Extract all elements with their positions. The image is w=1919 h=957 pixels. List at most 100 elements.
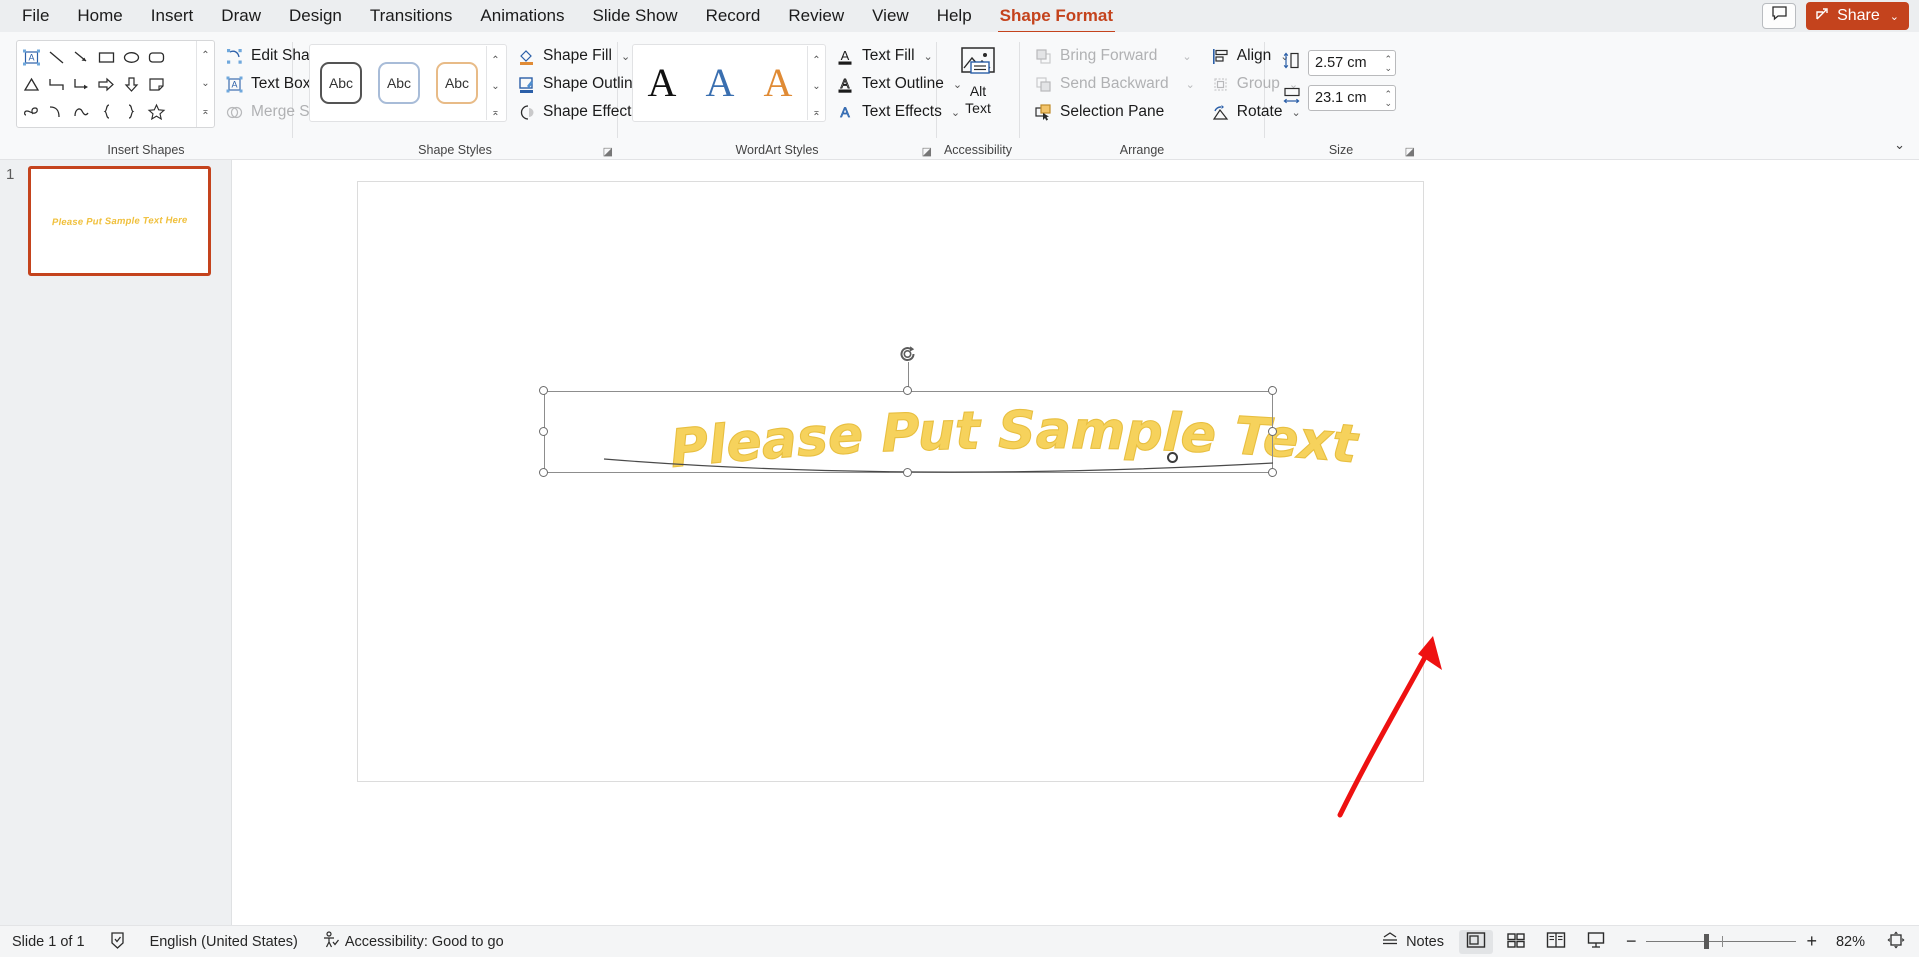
zoom-slider-control[interactable]: − + 82% bbox=[1616, 931, 1875, 952]
spin-up-icon[interactable]: ⌃ bbox=[1384, 55, 1392, 63]
shape-down-arrow[interactable] bbox=[119, 71, 144, 98]
wordart-thumb-1[interactable]: A bbox=[633, 63, 691, 103]
tab-insert[interactable]: Insert bbox=[137, 1, 208, 31]
spin-down-icon[interactable]: ⌄ bbox=[1384, 99, 1392, 107]
shape-style-thumb-3[interactable]: Abc bbox=[436, 62, 478, 104]
shape-right-arrow[interactable] bbox=[94, 71, 119, 98]
resize-handle-top-left[interactable] bbox=[539, 386, 548, 395]
shape-styles-scroll[interactable]: ⌃ ⌄ ⌅ bbox=[486, 46, 504, 120]
resize-handle-bottom-center[interactable] bbox=[903, 468, 912, 477]
shape-height-stepper[interactable]: ⌃ ⌄ bbox=[1384, 51, 1392, 75]
zoom-track[interactable] bbox=[1646, 941, 1796, 943]
gallery-scroll-down-icon[interactable]: ⌄ bbox=[487, 74, 504, 100]
gallery-more-icon[interactable]: ⌅ bbox=[197, 99, 214, 125]
spell-check-button[interactable] bbox=[97, 931, 138, 953]
chevron-down-icon[interactable]: ⌄ bbox=[1890, 10, 1899, 23]
shape-styles-dialog-launcher[interactable]: ◪ bbox=[603, 145, 613, 158]
zoom-thumb[interactable] bbox=[1704, 934, 1709, 949]
zoom-out-button[interactable]: − bbox=[1626, 931, 1637, 952]
tab-view[interactable]: View bbox=[858, 1, 923, 31]
shape-right-brace[interactable] bbox=[119, 98, 144, 125]
shape-arc[interactable] bbox=[69, 98, 94, 125]
reading-view-button[interactable] bbox=[1539, 930, 1573, 954]
shape-line-arrow[interactable] bbox=[69, 44, 94, 71]
language-indicator[interactable]: English (United States) bbox=[138, 934, 310, 950]
slide-sorter-button[interactable] bbox=[1499, 930, 1533, 954]
slide-count-indicator[interactable]: Slide 1 of 1 bbox=[0, 934, 97, 950]
tab-design[interactable]: Design bbox=[275, 1, 356, 31]
shape-elbow-connector[interactable] bbox=[44, 71, 69, 98]
shapes-gallery-scroll[interactable]: ⌃ ⌄ ⌅ bbox=[196, 41, 214, 127]
shape-styles-gallery[interactable]: Abc Abc Abc ⌃ ⌄ ⌅ bbox=[309, 44, 507, 122]
fit-to-window-button[interactable] bbox=[1875, 931, 1919, 953]
accessibility-status-button[interactable]: Accessibility: Good to go bbox=[310, 931, 516, 953]
resize-handle-middle-right[interactable] bbox=[1268, 427, 1277, 436]
wordart-styles-dialog-launcher[interactable]: ◪ bbox=[922, 145, 932, 158]
tab-slide-show[interactable]: Slide Show bbox=[579, 1, 692, 31]
shape-style-thumb-1[interactable]: Abc bbox=[320, 62, 362, 104]
alt-text-button[interactable]: Alt Text bbox=[947, 40, 1009, 117]
collapse-ribbon-button[interactable]: ⌄ bbox=[1894, 137, 1905, 153]
shape-height-input[interactable]: 2.57 cm ⌃ ⌄ bbox=[1308, 50, 1396, 76]
slide-surface[interactable]: Please Put Sample Text Here bbox=[357, 181, 1424, 782]
slide-show-button[interactable] bbox=[1579, 930, 1613, 954]
resize-handle-top-center[interactable] bbox=[903, 386, 912, 395]
shape-textbox[interactable]: A bbox=[19, 44, 44, 71]
size-dialog-launcher[interactable]: ◪ bbox=[1405, 145, 1415, 158]
wordart-styles-scroll[interactable]: ⌃ ⌄ ⌅ bbox=[807, 46, 825, 120]
shape-elbow-arrow-connector[interactable] bbox=[69, 71, 94, 98]
shape-style-thumb-2[interactable]: Abc bbox=[378, 62, 420, 104]
slide-canvas-area[interactable]: Please Put Sample Text Here bbox=[232, 160, 1919, 925]
tab-shape-format[interactable]: Shape Format bbox=[986, 1, 1127, 31]
normal-view-button[interactable] bbox=[1459, 930, 1493, 954]
tab-draw[interactable]: Draw bbox=[207, 1, 275, 31]
resize-handle-bottom-left[interactable] bbox=[539, 468, 548, 477]
spin-down-icon[interactable]: ⌄ bbox=[1384, 64, 1392, 72]
zoom-level-label[interactable]: 82% bbox=[1827, 934, 1865, 950]
gallery-scroll-up-icon[interactable]: ⌃ bbox=[808, 48, 825, 74]
gallery-more-icon[interactable]: ⌅ bbox=[487, 100, 504, 126]
resize-handle-top-right[interactable] bbox=[1268, 386, 1277, 395]
resize-handle-middle-left[interactable] bbox=[539, 427, 548, 436]
shape-curve[interactable] bbox=[44, 98, 69, 125]
gallery-scroll-up-icon[interactable]: ⌃ bbox=[197, 43, 214, 69]
wordart-thumb-2[interactable]: A bbox=[691, 63, 749, 103]
resize-handle-bottom-right[interactable] bbox=[1268, 468, 1277, 477]
tab-review[interactable]: Review bbox=[774, 1, 858, 31]
slide-thumbnail-1[interactable]: Please Put Sample Text Here bbox=[28, 166, 211, 276]
tab-file[interactable]: File bbox=[8, 1, 63, 31]
shapes-gallery[interactable]: A bbox=[16, 40, 215, 128]
gallery-more-icon[interactable]: ⌅ bbox=[808, 100, 825, 126]
gallery-scroll-up-icon[interactable]: ⌃ bbox=[487, 48, 504, 74]
tab-help[interactable]: Help bbox=[923, 1, 986, 31]
text-effects-label: Text Effects bbox=[862, 103, 942, 121]
shape-line[interactable] bbox=[44, 44, 69, 71]
tab-transitions[interactable]: Transitions bbox=[356, 1, 467, 31]
shape-width-input[interactable]: 23.1 cm ⌃ ⌄ bbox=[1308, 85, 1396, 111]
spin-up-icon[interactable]: ⌃ bbox=[1384, 90, 1392, 98]
zoom-in-button[interactable]: + bbox=[1806, 931, 1817, 952]
shape-oval[interactable] bbox=[119, 44, 144, 71]
wordart-styles-gallery[interactable]: A A A ⌃ ⌄ ⌅ bbox=[632, 44, 826, 122]
warp-adjustment-handle[interactable] bbox=[1167, 452, 1178, 463]
tab-record[interactable]: Record bbox=[692, 1, 775, 31]
shape-triangle[interactable] bbox=[19, 71, 44, 98]
gallery-scroll-down-icon[interactable]: ⌄ bbox=[808, 74, 825, 100]
shape-star[interactable] bbox=[144, 98, 169, 125]
tab-home[interactable]: Home bbox=[63, 1, 136, 31]
shape-scribble[interactable] bbox=[19, 98, 44, 125]
wordart-thumb-3[interactable]: A bbox=[749, 63, 807, 103]
shape-rounded-rectangle[interactable] bbox=[144, 44, 169, 71]
selection-pane-button[interactable]: Selection Pane bbox=[1034, 100, 1195, 124]
shape-folded-corner[interactable] bbox=[144, 71, 169, 98]
chevron-down-icon[interactable]: ⌄ bbox=[924, 50, 933, 63]
comments-button[interactable] bbox=[1762, 3, 1796, 29]
shape-width-stepper[interactable]: ⌃ ⌄ bbox=[1384, 86, 1392, 110]
shape-left-brace[interactable] bbox=[94, 98, 119, 125]
rotate-handle-icon[interactable] bbox=[897, 343, 921, 371]
shape-rectangle[interactable] bbox=[94, 44, 119, 71]
notes-button[interactable]: Notes bbox=[1369, 931, 1456, 952]
gallery-scroll-down-icon[interactable]: ⌄ bbox=[197, 71, 214, 97]
tab-animations[interactable]: Animations bbox=[466, 1, 578, 31]
share-button[interactable]: Share ⌄ bbox=[1806, 2, 1909, 30]
